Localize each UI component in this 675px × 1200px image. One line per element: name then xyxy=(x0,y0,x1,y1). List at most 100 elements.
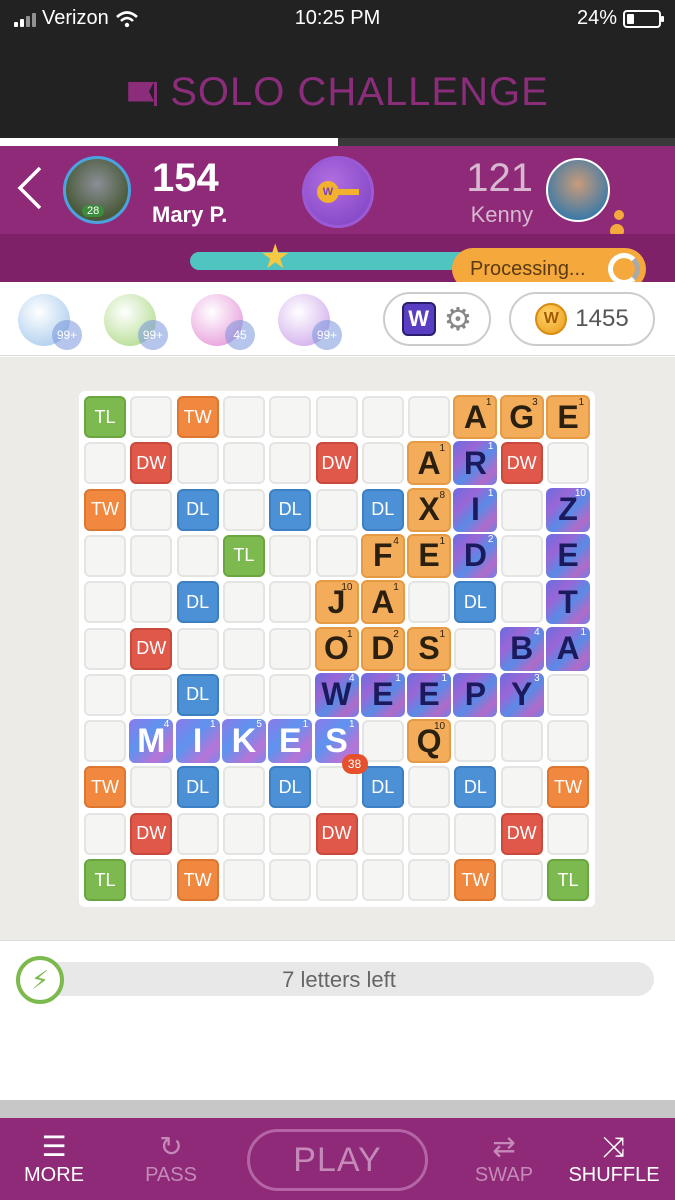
board-square-tw[interactable]: TW xyxy=(176,396,219,438)
board-square-dw[interactable]: DW xyxy=(315,812,358,855)
board-square[interactable] xyxy=(84,442,126,485)
board-square[interactable] xyxy=(315,488,358,531)
board-square-tl[interactable]: TL xyxy=(84,859,126,901)
board-square[interactable] xyxy=(500,766,543,809)
board-square[interactable] xyxy=(222,488,265,531)
radar-powerup-icon[interactable]: 99+ xyxy=(104,294,168,350)
board-square-dl[interactable]: DL xyxy=(361,488,404,531)
board-square[interactable] xyxy=(361,720,404,763)
board-square[interactable] xyxy=(500,534,543,577)
board-square[interactable] xyxy=(500,859,543,901)
board-square[interactable] xyxy=(547,812,589,855)
board-square[interactable] xyxy=(84,581,126,624)
board-square-tw[interactable]: TW xyxy=(84,488,126,531)
game-board[interactable]: TLTWTWTLDWDWDWTWDLDLDLDLTWTLTLDLDLDWDWDL… xyxy=(79,391,595,907)
board-square[interactable] xyxy=(130,488,173,531)
board-square[interactable] xyxy=(315,396,358,438)
board-square-tw[interactable]: TW xyxy=(176,859,219,901)
board-square[interactable] xyxy=(84,534,126,577)
back-button[interactable] xyxy=(14,164,46,221)
board-square[interactable] xyxy=(176,442,219,485)
board-square-dl[interactable]: DL xyxy=(176,581,219,624)
pass-button[interactable]: ↻ PASS xyxy=(121,1130,221,1187)
board-square[interactable] xyxy=(547,673,589,716)
board-square[interactable] xyxy=(408,766,451,809)
board-square[interactable] xyxy=(176,534,219,577)
board-square[interactable] xyxy=(84,812,126,855)
board-square[interactable] xyxy=(315,859,358,901)
board-square[interactable] xyxy=(547,720,589,763)
board-square-dw[interactable]: DW xyxy=(130,627,173,670)
board-square[interactable] xyxy=(176,627,219,670)
board-square[interactable] xyxy=(222,581,265,624)
board-square[interactable] xyxy=(269,581,312,624)
board-square[interactable] xyxy=(269,673,312,716)
board-square[interactable] xyxy=(269,627,312,670)
board-square[interactable] xyxy=(269,859,312,901)
board-square[interactable] xyxy=(408,812,451,855)
board-square[interactable] xyxy=(84,627,126,670)
board-square[interactable] xyxy=(408,396,451,438)
board-square-dl[interactable]: DL xyxy=(176,766,219,809)
board-square[interactable] xyxy=(454,627,497,670)
board-square[interactable] xyxy=(361,859,404,901)
board-square[interactable] xyxy=(222,442,265,485)
board-square-dw[interactable]: DW xyxy=(315,442,358,485)
board-square[interactable] xyxy=(500,581,543,624)
board-square[interactable] xyxy=(547,442,589,485)
board-square[interactable] xyxy=(130,673,173,716)
more-button[interactable]: ☰ MORE xyxy=(4,1130,104,1187)
board-square[interactable] xyxy=(500,488,543,531)
board-square[interactable] xyxy=(130,534,173,577)
board-square-dl[interactable]: DL xyxy=(454,766,497,809)
board-square[interactable] xyxy=(176,812,219,855)
board-square-dl[interactable]: DL xyxy=(454,581,497,624)
opponent-avatar[interactable] xyxy=(546,158,610,222)
board-square[interactable] xyxy=(130,859,173,901)
board-square-tl[interactable]: TL xyxy=(222,534,265,577)
letters-left-bar[interactable]: 7 letters left xyxy=(24,962,654,996)
coin-balance-button[interactable]: W 1455 xyxy=(509,292,655,346)
board-square-dw[interactable]: DW xyxy=(500,812,543,855)
board-square[interactable] xyxy=(315,534,358,577)
board-square[interactable] xyxy=(361,442,404,485)
board-square-dw[interactable]: DW xyxy=(130,812,173,855)
board-square[interactable] xyxy=(408,581,451,624)
board-square[interactable] xyxy=(454,812,497,855)
board-square-dw[interactable]: DW xyxy=(500,442,543,485)
board-square[interactable] xyxy=(222,766,265,809)
player-avatar[interactable]: 28 xyxy=(63,156,131,224)
board-square[interactable] xyxy=(269,442,312,485)
board-square-dl[interactable]: DL xyxy=(269,488,312,531)
board-square-tw[interactable]: TW xyxy=(454,859,497,901)
hindsight-powerup-icon[interactable]: 99+ xyxy=(18,294,82,350)
board-square[interactable] xyxy=(130,396,173,438)
board-square[interactable] xyxy=(130,581,173,624)
board-square-tw[interactable]: TW xyxy=(547,766,589,809)
play-button[interactable]: PLAY xyxy=(247,1129,428,1191)
board-square[interactable] xyxy=(222,673,265,716)
board-square[interactable] xyxy=(84,720,126,763)
board-square-dl[interactable]: DL xyxy=(176,673,219,716)
board-square-dw[interactable]: DW xyxy=(130,442,173,485)
board-square[interactable] xyxy=(454,720,497,763)
board-square-dl[interactable]: DL xyxy=(269,766,312,809)
board-square[interactable] xyxy=(361,812,404,855)
board-square[interactable] xyxy=(130,766,173,809)
lightning-bolt-icon[interactable]: ⚡ xyxy=(16,956,64,1004)
board-square-dl[interactable]: DL xyxy=(361,766,404,809)
board-square[interactable] xyxy=(222,812,265,855)
board-square[interactable] xyxy=(269,396,312,438)
board-square[interactable] xyxy=(222,859,265,901)
board-square[interactable] xyxy=(222,396,265,438)
swap-button[interactable]: ⇄ SWAP xyxy=(454,1130,554,1187)
board-square-dl[interactable]: DL xyxy=(176,488,219,531)
word-search-powerup-icon[interactable]: 99+ xyxy=(278,294,342,350)
board-square[interactable] xyxy=(408,859,451,901)
board-square-tl[interactable]: TL xyxy=(547,859,589,901)
board-square-tw[interactable]: TW xyxy=(84,766,126,809)
board-square[interactable] xyxy=(84,673,126,716)
board-square[interactable] xyxy=(222,627,265,670)
swap-plus-powerup-icon[interactable]: 45 xyxy=(191,294,255,350)
board-square-tl[interactable]: TL xyxy=(84,396,126,438)
